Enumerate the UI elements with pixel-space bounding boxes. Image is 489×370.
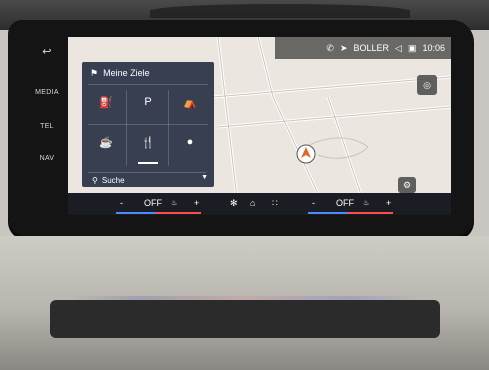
right-warm-indicator [348, 212, 393, 214]
right-cold-indicator [308, 212, 348, 214]
phone-icon: ✆ [326, 42, 334, 53]
restaurant-icon[interactable]: 🍴 [134, 136, 162, 149]
left-temp-minus-button[interactable]: - [120, 198, 123, 208]
clock: 10:06 [422, 43, 445, 53]
search-field[interactable]: ⚲ Suche [88, 172, 206, 187]
status-bar: ✆ ➤ BOLLER ◁ ▣ 10:06 [275, 37, 451, 59]
left-warm-indicator [156, 212, 201, 214]
home-icon[interactable]: ⌂ [250, 198, 255, 208]
speaker-icon: ◁ [395, 42, 402, 53]
air-vent [50, 300, 440, 338]
right-temp-plus-button[interactable]: + [386, 198, 391, 208]
location-label: BOLLER [353, 43, 390, 53]
seat-heat-icon[interactable]: ♨ [171, 199, 177, 207]
panel-header: ⚑ Meine Ziele [82, 62, 222, 84]
left-cold-indicator [116, 212, 156, 214]
compass-button[interactable]: ◎ [417, 75, 437, 95]
meine-ziele-panel: ⚑ Meine Ziele ⛽ P ⛺ ☕ 🍴 ● ⚲ Suche ▼ [82, 62, 214, 187]
map-settings-button[interactable]: ⚙ [398, 177, 416, 193]
climate-bar: - OFF ♨ + ✻ ⌂ ∷ - OFF ♨ + [68, 193, 451, 215]
search-label: Suche [101, 175, 125, 185]
left-temp-plus-button[interactable]: + [194, 198, 199, 208]
fuel-pump-icon[interactable]: ⛽ [92, 96, 120, 109]
search-icon: ⚲ [92, 175, 98, 185]
navigation-arrow-icon: ➤ [339, 42, 348, 53]
burger-icon[interactable]: ● [176, 136, 204, 148]
left-climate-status[interactable]: OFF [144, 198, 162, 208]
picnic-icon[interactable]: ⛺ [176, 96, 204, 109]
flag-icon: ⚑ [90, 67, 99, 78]
infotainment-screen: ✆ ➤ BOLLER ◁ ▣ 10:06 ⚑ Meine Ziele ⛽ P ⛺… [68, 37, 451, 215]
parking-icon[interactable]: P [134, 96, 162, 108]
panel-title: Meine Ziele [103, 68, 150, 78]
page-indicator [138, 162, 158, 164]
right-temp-minus-button[interactable]: - [312, 198, 315, 208]
seat-heat-right-icon[interactable]: ♨ [363, 199, 369, 207]
chevron-down-icon[interactable]: ▼ [201, 174, 208, 181]
message-icon: ▣ [407, 42, 417, 53]
coffee-icon[interactable]: ☕ [92, 136, 120, 149]
fan-icon[interactable]: ✻ [230, 198, 238, 209]
apps-icon[interactable]: ∷ [272, 198, 278, 209]
right-climate-status[interactable]: OFF [336, 198, 354, 208]
